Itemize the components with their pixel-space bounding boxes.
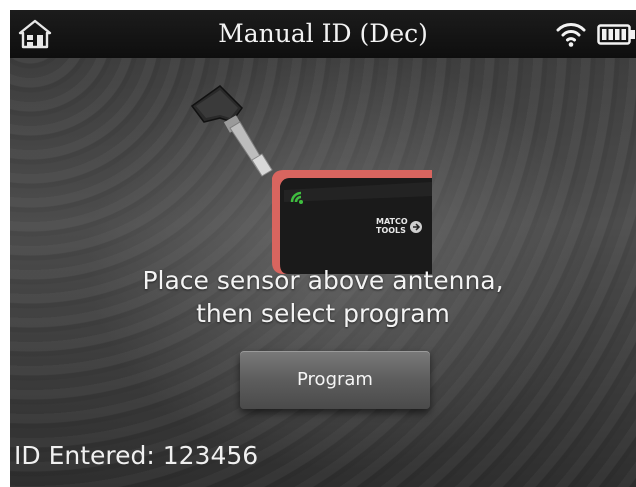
- instruction-line-2: then select program: [196, 299, 450, 328]
- svg-text:MATCO: MATCO: [376, 217, 408, 226]
- programming-tool-icon: [272, 170, 432, 274]
- program-button[interactable]: Program: [240, 351, 430, 409]
- wifi-icon: [556, 23, 586, 47]
- sensor-programming-illustration: MATCO TOOLS: [190, 85, 432, 274]
- tpms-sensor-icon: [190, 85, 273, 177]
- svg-text:TOOLS: TOOLS: [376, 226, 406, 235]
- status-bar: Manual ID (Dec): [10, 10, 636, 58]
- id-entered-label: ID Entered: 123456: [14, 441, 259, 470]
- instruction-text: Place sensor above antenna, then select …: [10, 264, 636, 330]
- device-screen: Manual ID (Dec) MATCO TOOLS Place sensor…: [10, 10, 636, 487]
- instruction-line-1: Place sensor above antenna,: [142, 266, 504, 295]
- battery-icon: [597, 24, 635, 45]
- page-title: Manual ID (Dec): [218, 19, 428, 48]
